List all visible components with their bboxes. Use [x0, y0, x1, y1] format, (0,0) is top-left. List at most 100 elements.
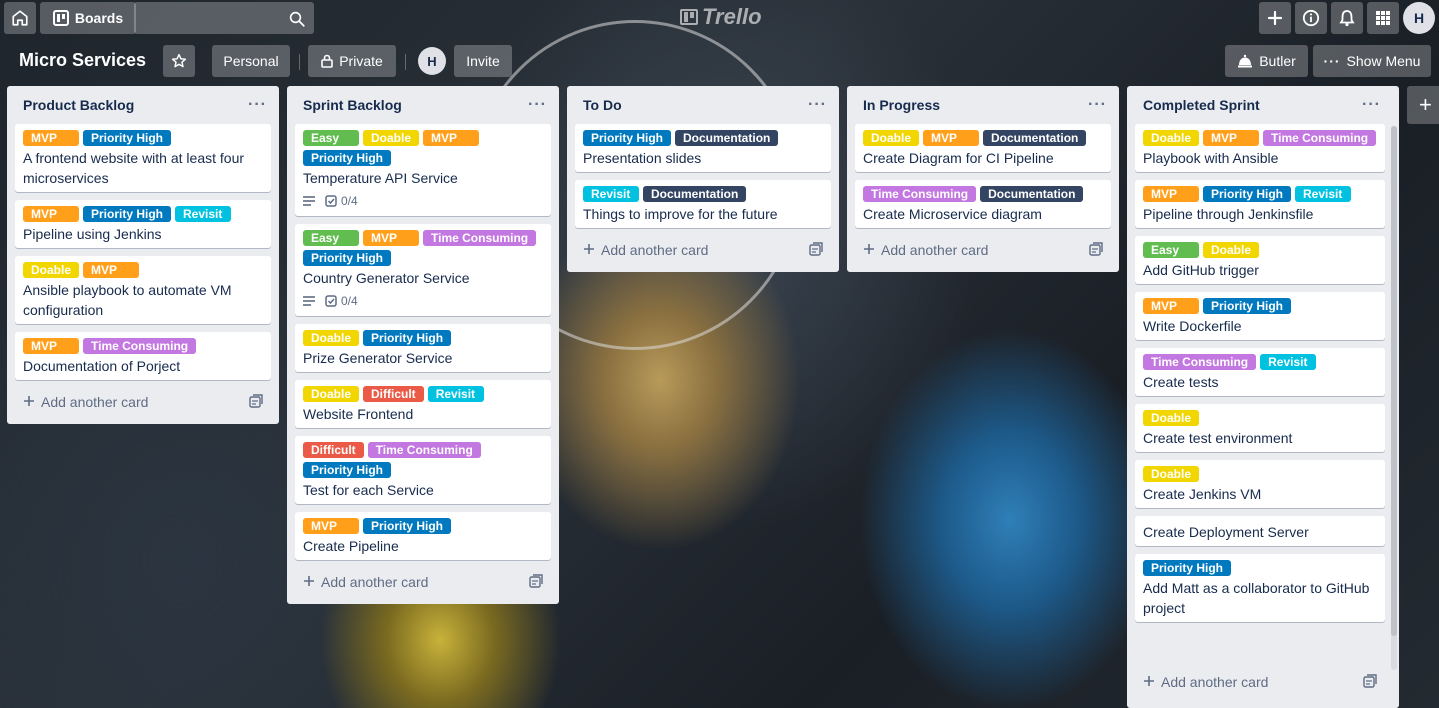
list-title[interactable]: Product Backlog — [23, 97, 134, 113]
label-mvp[interactable]: MVP — [23, 206, 79, 222]
butler-button[interactable]: Butler — [1225, 45, 1308, 77]
label-easy[interactable]: Easy — [303, 130, 359, 146]
label-mvp[interactable]: MVP — [1203, 130, 1260, 146]
label-time-consuming[interactable]: Time Consuming — [1263, 130, 1377, 146]
label-mvp[interactable]: MVP — [363, 230, 419, 246]
label-time-consuming[interactable]: Time Consuming — [367, 442, 481, 458]
label-doable[interactable]: Doable — [1143, 130, 1200, 146]
card[interactable]: Doable MVP Documentation Create Diagram for… — [855, 124, 1111, 172]
card[interactable]: MVP Priority High Revisit Pipeline using Je… — [15, 200, 271, 248]
board-title[interactable]: Micro Services — [19, 50, 146, 71]
template-icon[interactable] — [249, 393, 263, 411]
label-doable[interactable]: Doable — [363, 130, 420, 146]
label-doable[interactable]: Doable — [1203, 242, 1260, 258]
label-time-consuming[interactable]: Time Consuming — [83, 338, 197, 354]
list-title[interactable]: To Do — [583, 97, 622, 113]
card[interactable]: Doable Create test environment — [1135, 404, 1385, 452]
label-priority-high[interactable]: Priority High — [83, 206, 172, 222]
boards-button[interactable]: Boards — [40, 2, 136, 34]
label-mvp[interactable]: MVP — [303, 518, 359, 534]
label-easy[interactable]: Easy — [303, 230, 359, 246]
member-avatar[interactable]: H — [418, 47, 446, 75]
card[interactable]: Priority High Add Matt as a collaborator … — [1135, 554, 1385, 622]
label-mvp[interactable]: MVP — [23, 338, 79, 354]
card[interactable]: Difficult Time Consuming Priority High Test… — [295, 436, 551, 504]
card[interactable]: Revisit Documentation Things to improve fo… — [575, 180, 831, 228]
trello-logo[interactable]: Trello — [680, 4, 762, 30]
label-priority-high[interactable]: Priority High — [1203, 298, 1292, 314]
label-revisit[interactable]: Revisit — [1295, 186, 1352, 202]
card[interactable]: MVP Priority High A frontend website with … — [15, 124, 271, 192]
label-priority-high[interactable]: Priority High — [583, 130, 672, 146]
label-documentation[interactable]: Documentation — [675, 130, 779, 146]
card[interactable]: Doable Create Jenkins VM — [1135, 460, 1385, 508]
label-easy[interactable]: Easy — [1143, 242, 1199, 258]
template-icon[interactable] — [1363, 673, 1377, 691]
list-title[interactable]: Completed Sprint — [1143, 97, 1260, 113]
create-button[interactable] — [1259, 2, 1291, 34]
add-card-button[interactable]: Add another card — [15, 388, 271, 416]
label-doable[interactable]: Doable — [23, 262, 80, 278]
label-difficult[interactable]: Difficult — [303, 442, 364, 458]
add-card-button[interactable]: Add another card — [575, 236, 831, 264]
apps-button[interactable] — [1367, 2, 1399, 34]
label-priority-high[interactable]: Priority High — [303, 150, 392, 166]
card[interactable]: Doable MVP Time Consuming Playbook with Ans… — [1135, 124, 1385, 172]
card[interactable]: Doable Priority High Prize Generator Servi… — [295, 324, 551, 372]
user-avatar[interactable]: H — [1403, 2, 1435, 34]
card[interactable]: Time Consuming Revisit Create tests — [1135, 348, 1385, 396]
label-revisit[interactable]: Revisit — [583, 186, 639, 202]
list-menu-icon[interactable]: ··· — [1362, 96, 1381, 114]
invite-button[interactable]: Invite — [454, 45, 512, 77]
home-button[interactable] — [4, 2, 36, 34]
card[interactable]: Easy Doable Add GitHub trigger — [1135, 236, 1385, 284]
label-mvp[interactable]: MVP — [83, 262, 140, 278]
label-priority-high[interactable]: Priority High — [1143, 560, 1232, 576]
label-priority-high[interactable]: Priority High — [1203, 186, 1292, 202]
card[interactable]: Create Deployment Server — [1135, 516, 1385, 546]
label-doable[interactable]: Doable — [303, 386, 360, 402]
card[interactable]: MVP Priority High Revisit Pipeline through … — [1135, 180, 1385, 228]
notifications-button[interactable] — [1331, 2, 1363, 34]
template-icon[interactable] — [1089, 241, 1103, 259]
add-list-button[interactable]: + — [1407, 86, 1439, 124]
template-icon[interactable] — [529, 573, 543, 591]
list-menu-icon[interactable]: ··· — [1088, 96, 1107, 114]
label-difficult[interactable]: Difficult — [363, 386, 424, 402]
card[interactable]: Doable Difficult Revisit Website Frontend — [295, 380, 551, 428]
label-priority-high[interactable]: Priority High — [363, 330, 452, 346]
label-mvp[interactable]: MVP — [1143, 186, 1199, 202]
label-documentation[interactable]: Documentation — [643, 186, 747, 202]
list-scrollbar[interactable] — [1391, 126, 1397, 670]
card[interactable]: MVP Priority High Create Pipeline — [295, 512, 551, 560]
label-doable[interactable]: Doable — [863, 130, 920, 146]
template-icon[interactable] — [809, 241, 823, 259]
label-documentation[interactable]: Documentation — [980, 186, 1084, 202]
label-revisit[interactable]: Revisit — [1260, 354, 1317, 370]
list-menu-icon[interactable]: ··· — [528, 96, 547, 114]
card[interactable]: Easy MVP Time Consuming Priority High Countr… — [295, 224, 551, 316]
card[interactable]: Time Consuming Documentation Create Micros… — [855, 180, 1111, 228]
card[interactable]: Priority High Documentation Presentation s… — [575, 124, 831, 172]
label-mvp[interactable]: MVP — [423, 130, 480, 146]
label-mvp[interactable]: MVP — [23, 130, 79, 146]
add-card-button[interactable]: Add another card — [295, 568, 551, 596]
add-card-button[interactable]: Add another card — [1135, 668, 1385, 696]
card[interactable]: MVP Time Consuming Documentation of Porjec… — [15, 332, 271, 380]
show-menu-button[interactable]: ··· Show Menu — [1313, 45, 1431, 77]
label-time-consuming[interactable]: Time Consuming — [423, 230, 537, 246]
label-priority-high[interactable]: Priority High — [83, 130, 172, 146]
label-mvp[interactable]: MVP — [1143, 298, 1199, 314]
label-revisit[interactable]: Revisit — [175, 206, 232, 222]
label-revisit[interactable]: Revisit — [427, 386, 484, 402]
card[interactable]: Easy Doable MVP Priority High Temperature AP… — [295, 124, 551, 216]
list-menu-icon[interactable]: ··· — [248, 96, 267, 114]
personal-button[interactable]: Personal — [212, 45, 290, 77]
star-button[interactable] — [163, 45, 195, 77]
label-doable[interactable]: Doable — [303, 330, 360, 346]
label-time-consuming[interactable]: Time Consuming — [1143, 354, 1257, 370]
label-priority-high[interactable]: Priority High — [303, 250, 392, 266]
search-input[interactable] — [134, 2, 314, 34]
label-doable[interactable]: Doable — [1143, 466, 1200, 482]
add-card-button[interactable]: Add another card — [855, 236, 1111, 264]
